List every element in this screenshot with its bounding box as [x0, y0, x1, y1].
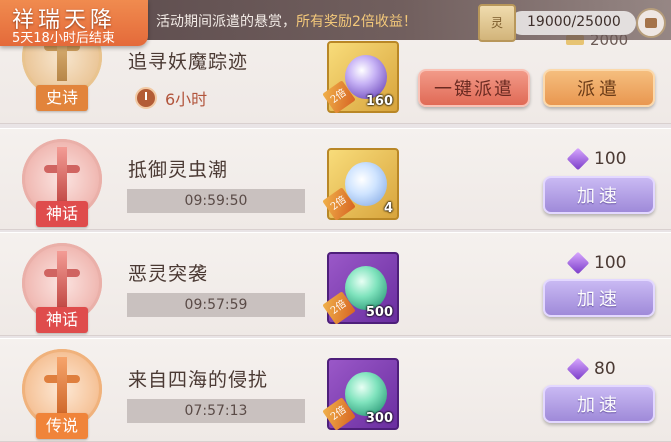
- event-badge[interactable]: 祥瑞天降 5天18小时后结束: [0, 0, 148, 46]
- cost-display: 100: [566, 251, 627, 275]
- purple-gem-icon: [345, 55, 387, 99]
- speed-up-button[interactable]: 加速: [543, 279, 655, 317]
- reward-item[interactable]: 2倍 4: [322, 148, 399, 221]
- notice-highlight: 所有奖励2倍收益！: [296, 14, 417, 30]
- rank-badge: 史诗: [36, 85, 88, 111]
- mission-title: 追寻妖魔踪迹: [128, 51, 249, 73]
- mission-row: 传说 来自四海的侵扰 07:57:13 2倍 300 80 加速: [0, 338, 671, 442]
- dispatch-button[interactable]: 派遣: [543, 69, 655, 107]
- blue-orb-icon: [345, 162, 387, 206]
- mission-row: 神话 抵御灵虫潮 09:59:50 2倍 4 100 加速: [0, 128, 671, 230]
- duration-text: 6小时: [165, 90, 208, 109]
- mission-title: 恶灵突袭: [128, 263, 209, 285]
- countdown-timer: 09:59:50: [127, 189, 305, 213]
- speed-up-button[interactable]: 加速: [543, 176, 655, 214]
- speed-up-button[interactable]: 加速: [543, 385, 655, 423]
- mission-list[interactable]: 史诗 追寻妖魔踪迹 6小时 2倍 160 2000 一键派遣 派遣 神话 抵御灵…: [0, 0, 671, 442]
- jade-orb-icon: [345, 372, 387, 416]
- cost-value: 100: [594, 149, 627, 169]
- mission-duration: 6小时: [135, 86, 207, 110]
- cost-value: 100: [594, 253, 627, 273]
- crystal-icon: [566, 251, 590, 275]
- mission-title: 抵御灵虫潮: [128, 159, 229, 181]
- event-notice: 活动期间派遣的悬赏，所有奖励2倍收益！: [156, 11, 417, 31]
- mission-row: 神话 恶灵突袭 09:57:59 2倍 500 100 加速: [0, 232, 671, 336]
- reward-item[interactable]: 2倍 500: [322, 252, 399, 325]
- ticket-icon: 灵: [478, 4, 516, 42]
- item-count: 160: [365, 94, 393, 109]
- item-count: 4: [383, 201, 393, 216]
- event-countdown: 5天18小时后结束: [12, 31, 115, 46]
- clock-icon: [135, 87, 157, 109]
- cost-display: 100: [566, 147, 627, 171]
- reward-item[interactable]: 2倍 300: [322, 358, 399, 431]
- countdown-timer: 07:57:13: [127, 399, 305, 423]
- item-count: 500: [365, 305, 393, 320]
- crystal-icon: [566, 147, 590, 171]
- notice-prefix: 活动期间派遣的悬赏，: [156, 14, 296, 30]
- rank-badge: 神话: [36, 201, 88, 227]
- countdown-timer: 09:57:59: [127, 293, 305, 317]
- cost-display: 80: [566, 357, 616, 381]
- ticket-count: 19000/25000: [527, 14, 621, 30]
- item-count: 300: [365, 411, 393, 426]
- rank-badge: 传说: [36, 413, 88, 439]
- rank-badge: 神话: [36, 307, 88, 333]
- crystal-icon: [566, 357, 590, 381]
- treasure-box-icon[interactable]: [636, 8, 666, 38]
- reward-item[interactable]: 2倍 160: [322, 41, 399, 114]
- cost-value: 80: [594, 359, 616, 379]
- mission-title: 来自四海的侵扰: [128, 369, 269, 391]
- jade-orb-icon: [345, 266, 387, 310]
- one-click-dispatch-button[interactable]: 一键派遣: [418, 69, 530, 107]
